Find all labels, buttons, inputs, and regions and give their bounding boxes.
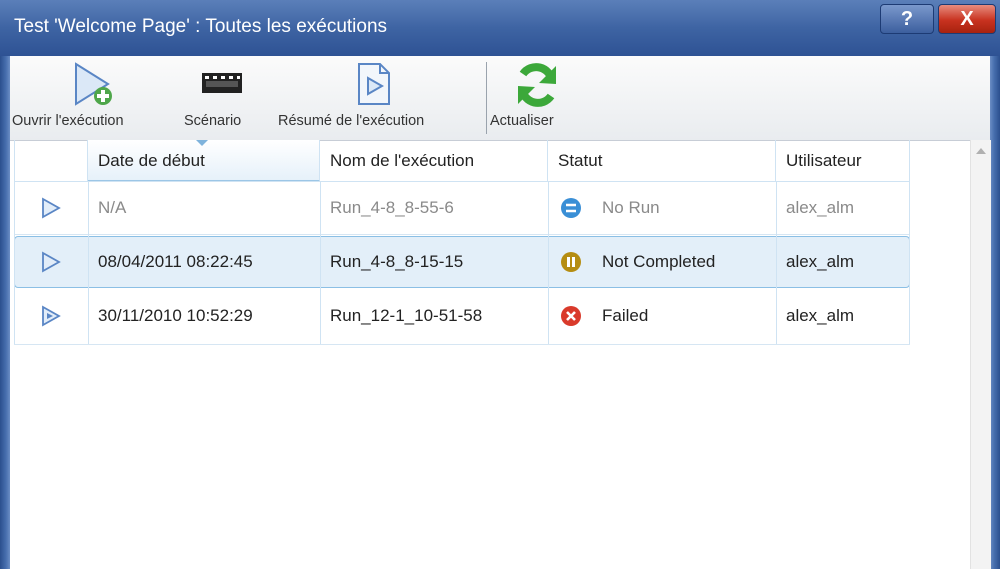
column-divider	[88, 182, 89, 344]
run-summary-button[interactable]: Résumé de l'exécution	[272, 56, 480, 140]
no-run-icon	[561, 198, 581, 218]
row-run-name: Run_4-8_8-15-15	[330, 252, 464, 271]
window-right-border	[990, 56, 1000, 569]
title-bar[interactable]: Test 'Welcome Page' : Toutes les exécuti…	[0, 0, 1000, 56]
help-button[interactable]: ?	[880, 4, 934, 34]
sort-indicator-icon	[196, 140, 208, 146]
open-run-button[interactable]: Ouvrir l'exécution	[10, 56, 178, 140]
column-divider	[548, 182, 549, 344]
row-start-date: 08/04/2011 08:22:45	[98, 252, 253, 271]
header-status-label: Statut	[558, 151, 603, 170]
scenario-button[interactable]: Scénario	[178, 56, 270, 140]
header-run-name[interactable]: Nom de l'exécution	[320, 140, 548, 182]
failed-icon	[561, 306, 581, 326]
column-divider	[776, 182, 777, 344]
toolbar: Ouvrir l'exécution Scénario Résumé de l'…	[10, 56, 990, 141]
header-run-name-label: Nom de l'exécution	[330, 151, 475, 170]
row-user: alex_alm	[786, 252, 855, 271]
header-start-date[interactable]: Date de début	[88, 140, 320, 182]
refresh-label: Actualiser	[490, 113, 554, 129]
window-title: Test 'Welcome Page' : Toutes les exécuti…	[14, 16, 388, 37]
row-run-name: Run_4-8_8-55-6	[330, 198, 454, 217]
all-runs-window: Test 'Welcome Page' : Toutes les exécuti…	[0, 0, 1000, 569]
header-start-date-label: Date de début	[98, 151, 205, 170]
column-divider	[320, 182, 321, 344]
film-icon	[202, 73, 242, 93]
open-run-icon	[75, 62, 112, 106]
row-start-date: 30/11/2010 10:52:29	[98, 306, 253, 325]
toolbar-separator	[486, 62, 487, 134]
refresh-icon	[518, 63, 556, 107]
row-run-name: Run_12-1_10-51-58	[330, 306, 483, 325]
header-status[interactable]: Statut	[548, 140, 776, 182]
run-play-icon	[42, 305, 61, 327]
column-divider	[909, 140, 910, 344]
not-completed-icon	[561, 252, 581, 272]
header-icon-column[interactable]	[14, 140, 88, 182]
refresh-button[interactable]: Actualiser	[490, 56, 586, 140]
row-divider	[14, 344, 910, 345]
run-summary-icon	[358, 63, 390, 105]
vertical-scrollbar[interactable]	[970, 140, 991, 569]
window-left-border	[0, 56, 10, 569]
row-status: Not Completed	[602, 252, 716, 271]
row-start-date: N/A	[98, 198, 127, 217]
row-user: alex_alm	[786, 306, 855, 325]
row-status: No Run	[602, 198, 660, 217]
run-play-icon	[42, 251, 61, 273]
scenario-label: Scénario	[184, 113, 242, 129]
row-status: Failed	[602, 306, 649, 325]
row-user: alex_alm	[786, 198, 855, 217]
column-divider	[14, 140, 15, 344]
close-button[interactable]: X	[938, 4, 996, 34]
scroll-up-arrow-icon[interactable]	[976, 148, 986, 154]
run-summary-label: Résumé de l'exécution	[278, 113, 425, 129]
run-play-icon	[42, 197, 61, 219]
header-user[interactable]: Utilisateur	[776, 140, 910, 182]
open-run-label: Ouvrir l'exécution	[12, 113, 124, 129]
header-user-label: Utilisateur	[786, 151, 862, 170]
